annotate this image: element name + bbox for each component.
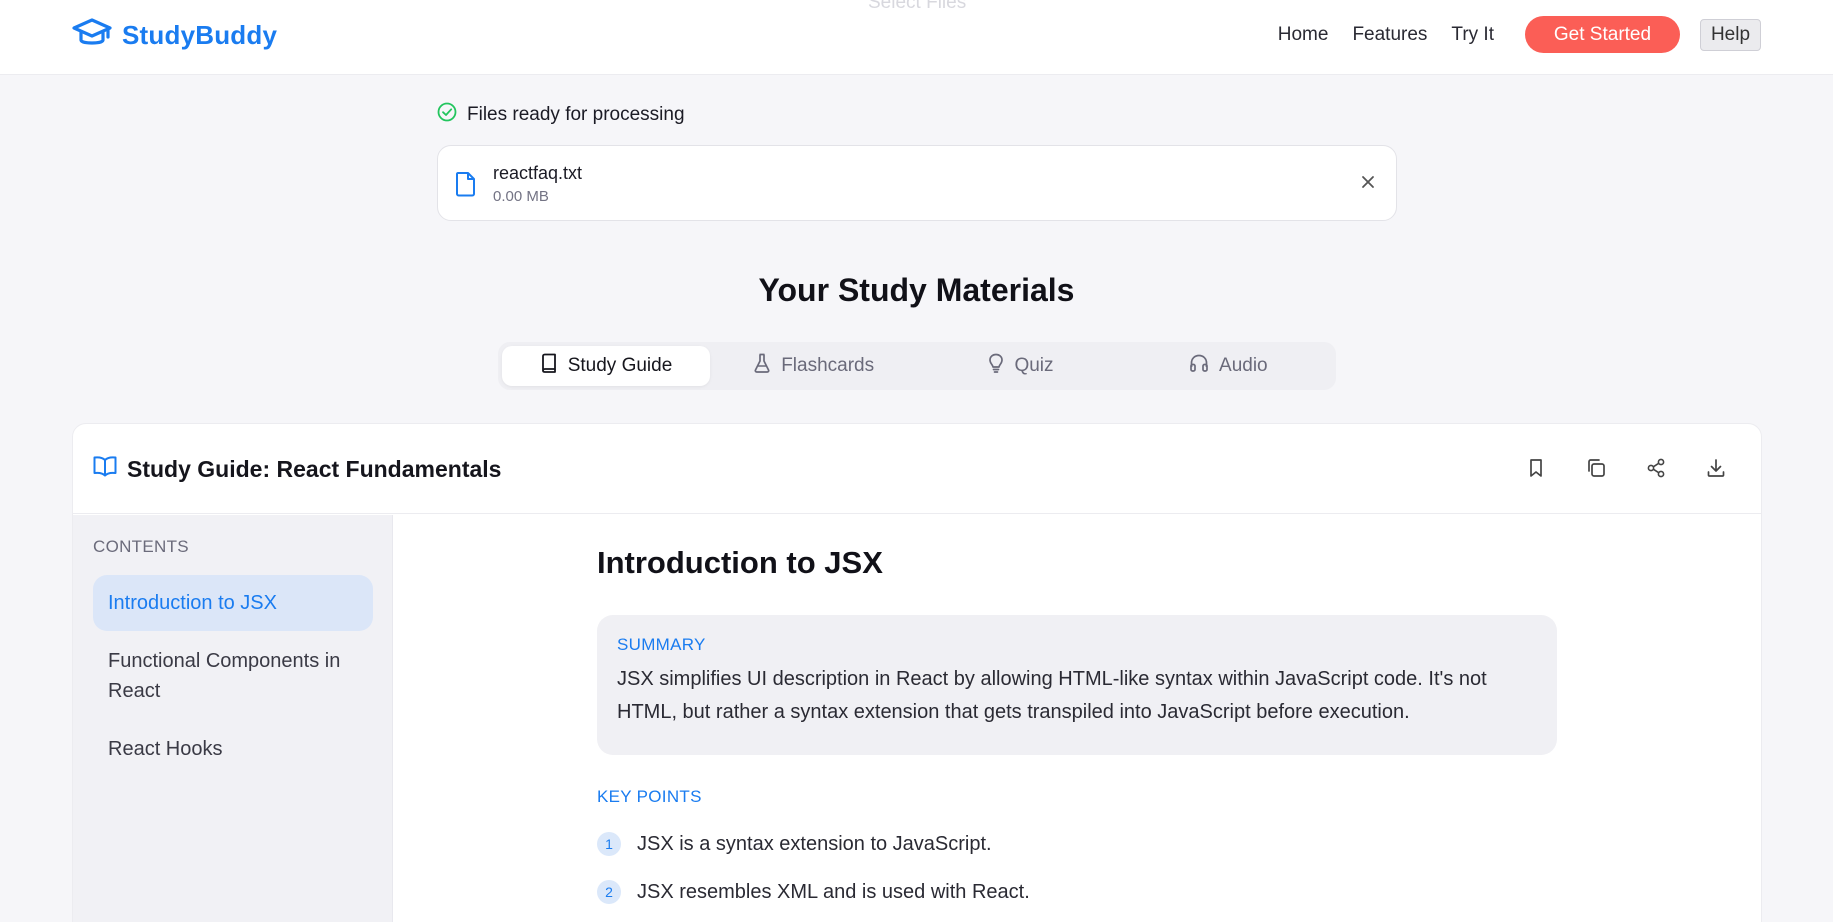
key-point-number: 2: [597, 880, 621, 904]
summary-box: SUMMARY JSX simplifies UI description in…: [597, 615, 1557, 755]
headphones-icon: [1189, 353, 1209, 379]
help-button[interactable]: Help: [1700, 18, 1761, 51]
file-icon: [455, 171, 477, 202]
key-point-item: 1 JSX is a syntax extension to JavaScrip…: [597, 820, 1557, 868]
key-points-label: KEY POINTS: [597, 787, 702, 806]
contents-label: CONTENTS: [93, 537, 189, 556]
study-guide-title-text: Study Guide: React Fundamentals: [127, 455, 502, 482]
table-of-contents: Introduction to JSX Functional Component…: [93, 575, 373, 779]
study-guide-title: Study Guide: React Fundamentals: [93, 455, 501, 483]
nav-try-it-link[interactable]: Try It: [1451, 24, 1494, 46]
nav-features-link[interactable]: Features: [1352, 24, 1427, 46]
toc-item-introduction-to-jsx[interactable]: Introduction to JSX: [93, 575, 373, 631]
tab-quiz-label: Quiz: [1014, 355, 1054, 376]
brand-logo[interactable]: StudyBuddy: [72, 17, 277, 54]
open-book-icon: [93, 455, 117, 483]
download-icon[interactable]: [1705, 457, 1727, 479]
share-icon[interactable]: [1645, 457, 1667, 479]
check-circle-icon: [437, 102, 457, 128]
key-point-item: 2 JSX resembles XML and is used with Rea…: [597, 868, 1557, 916]
key-point-number: 1: [597, 832, 621, 856]
study-guide-header: Study Guide: React Fundamentals: [73, 424, 1761, 514]
bookmark-icon[interactable]: [1525, 457, 1547, 479]
tab-quiz[interactable]: Quiz: [917, 346, 1124, 386]
nav-home-link[interactable]: Home: [1278, 24, 1329, 46]
tab-flashcards-label: Flashcards: [781, 355, 875, 376]
tab-study-guide-label: Study Guide: [567, 355, 673, 376]
flask-icon: [753, 353, 771, 379]
file-size: 0.00 MB: [493, 188, 549, 205]
key-point-text: JSX is a syntax extension to JavaScript.: [637, 832, 992, 855]
tab-flashcards[interactable]: Flashcards: [710, 346, 917, 386]
summary-label: SUMMARY: [617, 635, 706, 654]
tab-audio[interactable]: Audio: [1125, 346, 1332, 386]
copy-icon[interactable]: [1585, 457, 1607, 479]
upload-status-text: Files ready for processing: [467, 104, 685, 125]
file-name: reactfaq.txt: [493, 163, 583, 183]
tab-audio-label: Audio: [1219, 355, 1268, 376]
key-point-text: JSX resembles XML and is used with React…: [637, 880, 1030, 903]
main-nav: Home Features Try It Get Started Help: [1254, 16, 1761, 53]
key-points-list: 1 JSX is a syntax extension to JavaScrip…: [597, 820, 1557, 916]
book-icon: [540, 353, 558, 379]
toc-item-functional-components[interactable]: Functional Components in React: [93, 633, 373, 719]
section-heading: Introduction to JSX: [597, 545, 883, 580]
toc-item-react-hooks[interactable]: React Hooks: [93, 721, 373, 777]
study-materials-title: Your Study Materials: [758, 272, 1075, 308]
materials-tabs: Study Guide Flashcards Quiz Audio: [498, 342, 1336, 390]
summary-text: JSX simplifies UI description in React b…: [617, 668, 1487, 723]
brand-name: StudyBuddy: [122, 20, 278, 50]
guide-actions: [1525, 457, 1727, 479]
study-guide-panel: Study Guide: React Fundamentals CONTENTS…: [72, 423, 1762, 922]
remove-file-close-icon[interactable]: [1360, 174, 1376, 195]
contents-sidebar: CONTENTS Introduction to JSX Functional …: [73, 515, 393, 922]
uploaded-file-card: reactfaq.txt 0.00 MB: [437, 145, 1397, 221]
graduation-cap-icon: [72, 17, 112, 54]
tab-study-guide[interactable]: Study Guide: [502, 346, 710, 386]
lightbulb-icon: [988, 353, 1004, 379]
upload-status: Files ready for processing: [437, 102, 685, 128]
select-files-ghost-text: Select Files: [868, 0, 967, 13]
get-started-button[interactable]: Get Started: [1525, 16, 1680, 53]
